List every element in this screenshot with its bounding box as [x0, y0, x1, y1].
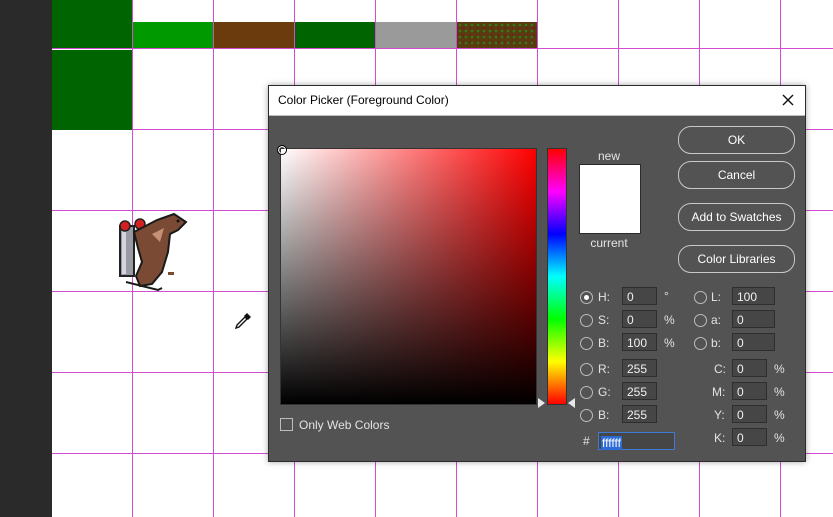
new-current-preview — [579, 164, 641, 234]
field-blue[interactable]: 255 — [622, 405, 657, 423]
hex-label: # — [583, 434, 590, 448]
new-label: new — [597, 149, 620, 163]
tile-gray[interactable] — [376, 22, 456, 48]
label-c: C: — [714, 362, 726, 376]
tile-brown[interactable] — [214, 22, 294, 48]
label-a: a: — [711, 313, 722, 327]
label-m: M: — [712, 385, 726, 399]
label-blue: B: — [598, 408, 610, 422]
color-field[interactable] — [277, 145, 537, 405]
field-l[interactable]: 100 — [732, 287, 775, 305]
label-lab-b: b: — [711, 336, 722, 350]
dialog-titlebar: Color Picker (Foreground Color) — [269, 86, 805, 116]
label-l: L: — [711, 290, 722, 304]
label-k: K: — [714, 431, 726, 445]
field-b[interactable]: 100 — [622, 333, 657, 351]
tile-textured-ground[interactable] — [457, 22, 537, 48]
radio-s[interactable] — [580, 314, 593, 327]
only-web-colors-checkbox[interactable] — [280, 418, 293, 431]
radio-h[interactable] — [580, 291, 593, 304]
field-s[interactable]: 0 — [622, 310, 657, 328]
app-left-panel — [0, 0, 52, 517]
field-lab-b[interactable]: 0 — [732, 333, 775, 351]
label-g: G: — [598, 385, 611, 399]
add-to-swatches-button[interactable]: Add to Swatches — [678, 203, 795, 231]
hue-slider[interactable] — [547, 148, 567, 405]
label-s: S: — [598, 313, 610, 327]
only-web-colors-label: Only Web Colors — [299, 418, 390, 432]
unit-b: % — [664, 336, 675, 350]
radio-l[interactable] — [694, 291, 707, 304]
canvas-tile-dark-green — [52, 50, 132, 130]
field-r[interactable]: 255 — [622, 359, 657, 377]
hex-input[interactable]: ffffff — [598, 432, 675, 450]
color-libraries-button[interactable]: Color Libraries — [678, 245, 795, 273]
eyedropper-cursor-icon — [234, 313, 251, 330]
rat-jetpack-sprite — [119, 212, 188, 292]
dialog-title: Color Picker (Foreground Color) — [278, 93, 449, 107]
field-a[interactable]: 0 — [732, 310, 775, 328]
radio-lab-b[interactable] — [694, 337, 707, 350]
radio-a[interactable] — [694, 314, 707, 327]
label-b: B: — [598, 336, 610, 350]
current-label: current — [590, 236, 628, 250]
close-icon[interactable] — [777, 89, 799, 111]
radio-r[interactable] — [580, 363, 593, 376]
field-g[interactable]: 255 — [622, 382, 657, 400]
field-h[interactable]: 0 — [622, 287, 657, 305]
canvas-tile-dark-green-top — [52, 0, 132, 48]
hue-slider-left-arrow-icon[interactable] — [538, 398, 545, 408]
unit-y: % — [774, 408, 785, 422]
unit-c: % — [774, 362, 785, 376]
tile-dark-green[interactable] — [295, 22, 375, 48]
color-picker-dialog: Color Picker (Foreground Color) new curr… — [268, 85, 806, 462]
field-m[interactable]: 0 — [732, 382, 767, 400]
label-h: H: — [598, 290, 610, 304]
field-c[interactable]: 0 — [732, 359, 767, 377]
unit-h: ° — [664, 289, 669, 303]
field-k[interactable]: 0 — [732, 428, 767, 446]
tile-swatch-strip — [133, 22, 538, 48]
hue-slider-right-arrow-icon[interactable] — [568, 398, 575, 408]
ok-button[interactable]: OK — [678, 126, 795, 154]
unit-s: % — [664, 313, 675, 327]
tile-green[interactable] — [133, 22, 213, 48]
label-y: Y: — [714, 408, 725, 422]
unit-m: % — [774, 385, 785, 399]
label-r: R: — [598, 362, 610, 376]
unit-k: % — [774, 431, 785, 445]
field-y[interactable]: 0 — [732, 405, 767, 423]
radio-b[interactable] — [580, 337, 593, 350]
radio-blue[interactable] — [580, 409, 593, 422]
cancel-button[interactable]: Cancel — [678, 161, 795, 189]
radio-g[interactable] — [580, 386, 593, 399]
color-field-marker[interactable] — [277, 145, 287, 155]
hex-value: ffffff — [601, 436, 622, 450]
